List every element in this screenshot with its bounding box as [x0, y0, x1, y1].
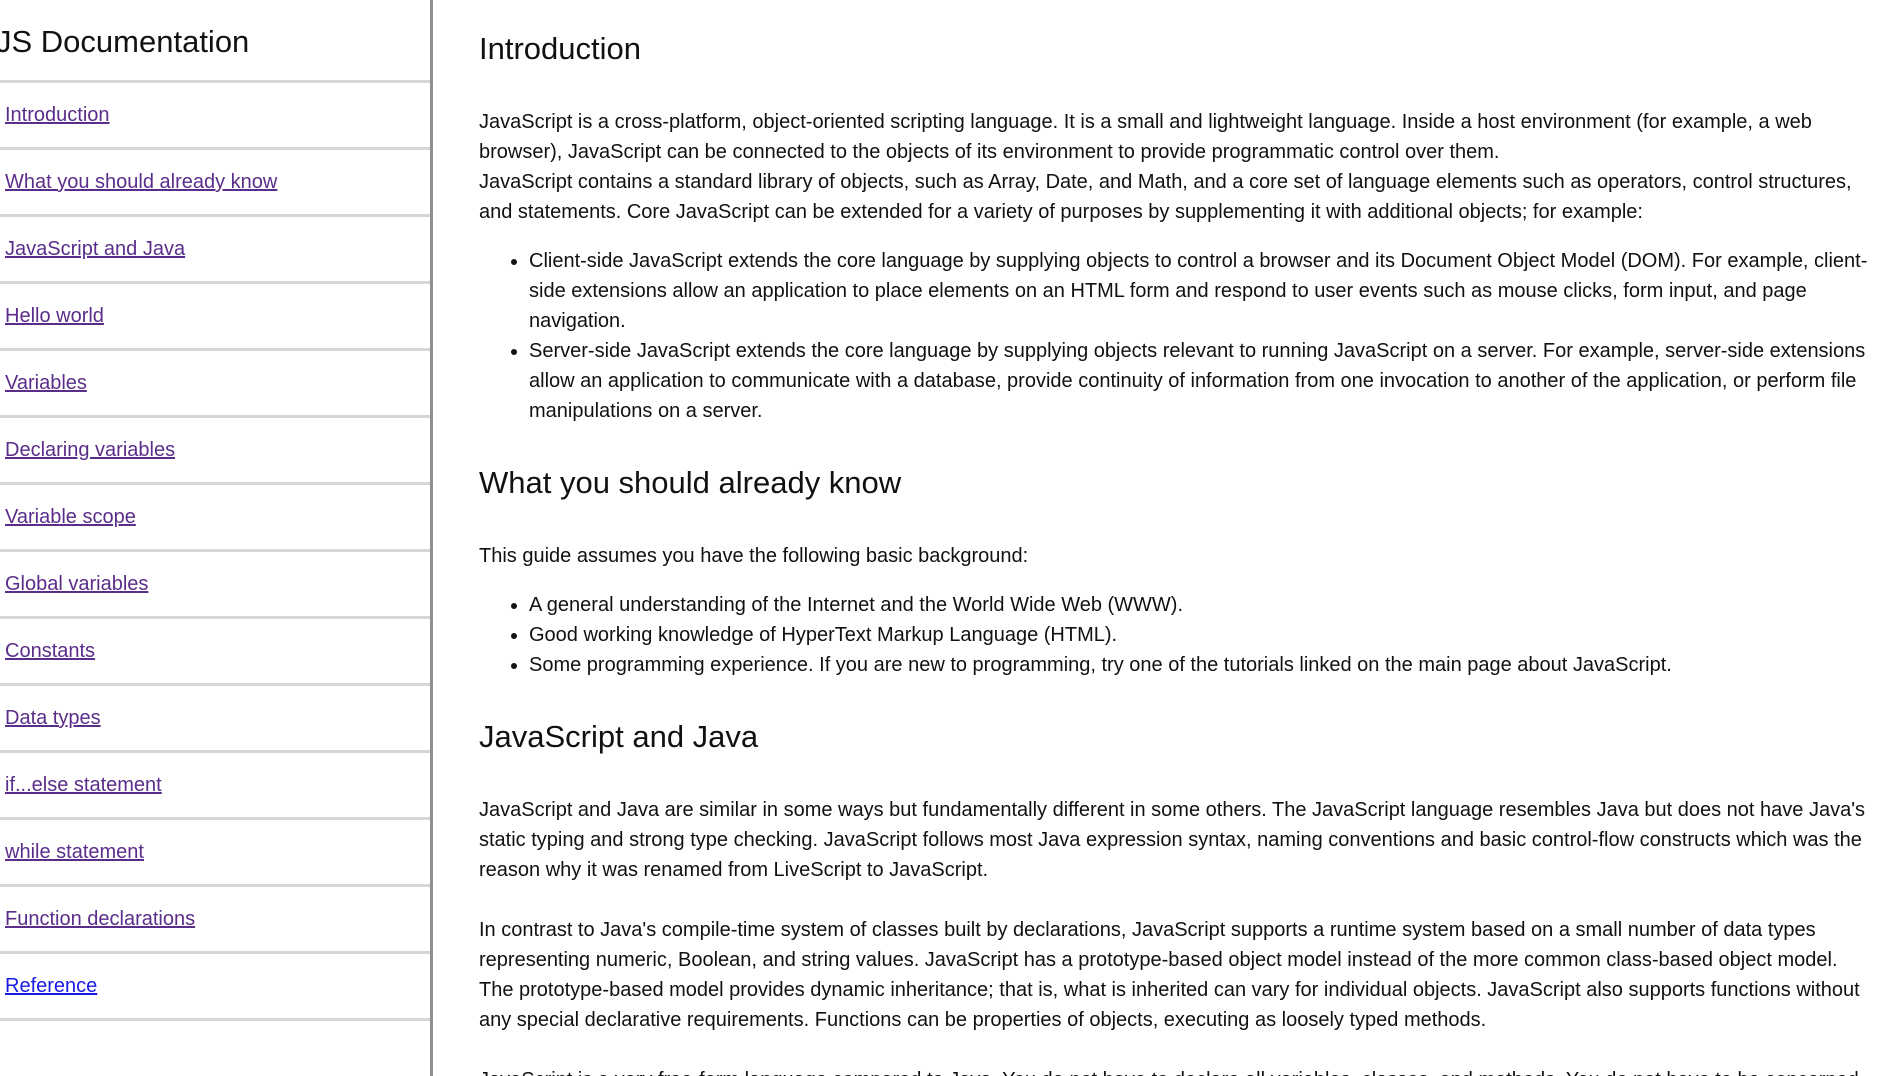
- section-paragraph: In contrast to Java's compile-time syste…: [479, 919, 1860, 1031]
- section-paragraph: JavaScript is a very free-form language …: [479, 1065, 1869, 1076]
- nav-item: if...else statement: [0, 753, 430, 820]
- nav-link-reference[interactable]: Reference: [0, 954, 430, 998]
- nav-item: Hello world: [0, 284, 430, 351]
- page: JS Documentation Introduction What you s…: [0, 0, 1894, 1076]
- nav-link-global-variables[interactable]: Global variables: [0, 552, 430, 596]
- section-paragraph: This guide assumes you have the followin…: [479, 545, 1029, 567]
- nav-list: Introduction What you should already kno…: [0, 80, 430, 1021]
- section-heading: JavaScript and Java: [479, 719, 759, 754]
- bullet-list: A general understanding of the Internet …: [479, 590, 1869, 680]
- nav-link-javascript-and-java[interactable]: JavaScript and Java: [0, 217, 430, 261]
- section-paragraph: JavaScript and Java are similar in some …: [479, 799, 1866, 881]
- nav-link-introduction[interactable]: Introduction: [0, 83, 430, 127]
- nav-link-if-else-statement[interactable]: if...else statement: [0, 753, 430, 797]
- sidebar-title: JS Documentation: [0, 24, 250, 59]
- section-heading: Introduction: [479, 31, 641, 66]
- nav-item: JavaScript and Java: [0, 217, 430, 284]
- sidebar-nav: JS Documentation Introduction What you s…: [0, 0, 433, 1076]
- nav-link-what-you-should-already-know[interactable]: What you should already know: [0, 150, 430, 194]
- nav-link-hello-world[interactable]: Hello world: [0, 284, 430, 328]
- nav-item: Global variables: [0, 552, 430, 619]
- nav-link-data-types[interactable]: Data types: [0, 686, 430, 730]
- nav-item: Variables: [0, 351, 430, 418]
- nav-item: Variable scope: [0, 485, 430, 552]
- main-document: Introduction JavaScript is a cross-platf…: [479, 0, 1869, 1076]
- paragraph-line: JavaScript contains a standard library o…: [479, 171, 1852, 223]
- nav-item: Declaring variables: [0, 418, 430, 485]
- nav-link-variable-scope[interactable]: Variable scope: [0, 485, 430, 529]
- bullet-list: Client-side JavaScript extends the core …: [479, 246, 1869, 426]
- nav-link-while-statement[interactable]: while statement: [0, 820, 430, 864]
- nav-item: Function declarations: [0, 887, 430, 954]
- paragraph-line: JavaScript is a cross-platform, object-o…: [479, 111, 1812, 163]
- nav-link-variables[interactable]: Variables: [0, 351, 430, 395]
- nav-item: Reference: [0, 954, 430, 1021]
- section-paragraph: JavaScript is a cross-platform, object-o…: [479, 107, 1869, 227]
- nav-link-declaring-variables[interactable]: Declaring variables: [0, 418, 430, 462]
- list-item: A general understanding of the Internet …: [529, 590, 1869, 620]
- nav-item: Introduction: [0, 80, 430, 150]
- nav-link-function-declarations[interactable]: Function declarations: [0, 887, 430, 931]
- list-item: Some programming experience. If you are …: [529, 650, 1869, 680]
- list-item: Server-side JavaScript extends the core …: [529, 336, 1869, 426]
- list-item: Good working knowledge of HyperText Mark…: [529, 620, 1869, 650]
- nav-item: What you should already know: [0, 150, 430, 217]
- list-item: Client-side JavaScript extends the core …: [529, 246, 1869, 336]
- nav-item: Constants: [0, 619, 430, 686]
- nav-item: while statement: [0, 820, 430, 887]
- section-heading: What you should already know: [479, 465, 902, 500]
- nav-item: Data types: [0, 686, 430, 753]
- nav-link-constants[interactable]: Constants: [0, 619, 430, 663]
